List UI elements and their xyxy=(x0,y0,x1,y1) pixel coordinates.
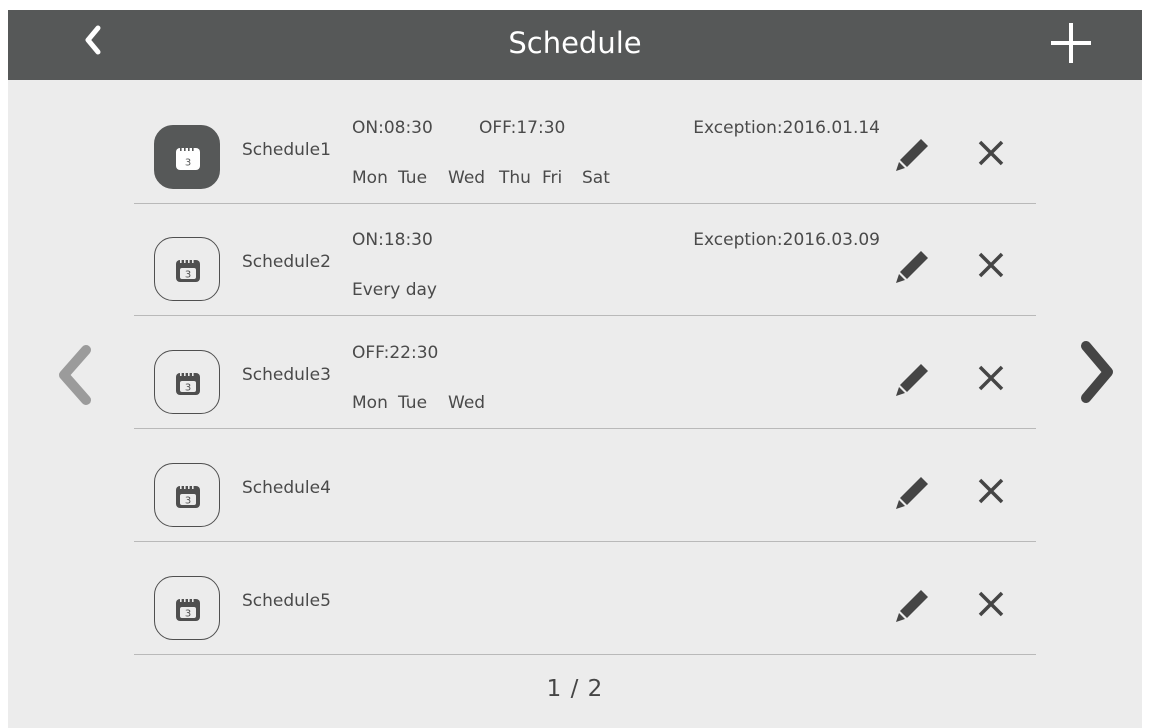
svg-text:3: 3 xyxy=(185,383,191,394)
app-header: Schedule xyxy=(8,10,1142,80)
off-time: OFF:22:30 xyxy=(352,343,439,363)
weekday-label: Mon xyxy=(352,168,388,188)
svg-text:3: 3 xyxy=(185,270,191,281)
pencil-icon xyxy=(896,251,928,283)
page-title: Schedule xyxy=(508,26,642,60)
next-page-button[interactable] xyxy=(1076,340,1118,404)
close-icon xyxy=(978,478,1004,504)
pencil-icon xyxy=(896,364,928,396)
row-divider xyxy=(134,315,1036,316)
calendar-glyph: 3 xyxy=(176,258,200,282)
on-time: ON:08:30 xyxy=(352,118,433,138)
weekday-label: Fri xyxy=(542,168,563,188)
svg-text:3: 3 xyxy=(185,496,191,507)
row-divider xyxy=(134,541,1036,542)
weekday-label: Sat xyxy=(582,168,610,188)
schedule-row[interactable]: 3 Schedule5 xyxy=(134,543,1036,655)
row-divider xyxy=(134,654,1036,655)
svg-text:3: 3 xyxy=(185,609,191,620)
schedule-name: Schedule1 xyxy=(242,140,331,160)
calendar-icon[interactable]: 3 xyxy=(154,350,220,414)
chevron-left-icon xyxy=(85,25,101,55)
close-icon xyxy=(978,140,1004,166)
exception-date: Exception:2016.01.14 xyxy=(693,118,880,138)
close-icon xyxy=(978,252,1004,278)
previous-page-button[interactable] xyxy=(54,344,94,406)
calendar-icon[interactable]: 3 xyxy=(154,237,220,301)
edit-button[interactable] xyxy=(892,246,932,286)
delete-button[interactable] xyxy=(976,589,1006,619)
edit-button[interactable] xyxy=(892,472,932,512)
edit-button[interactable] xyxy=(892,585,932,625)
close-icon xyxy=(978,365,1004,391)
pencil-icon xyxy=(896,477,928,509)
schedule-name: Schedule5 xyxy=(242,591,331,611)
weekday-label: Tue xyxy=(398,168,428,188)
close-icon xyxy=(978,591,1004,617)
delete-button[interactable] xyxy=(976,250,1006,280)
plus-icon xyxy=(1051,23,1091,63)
row-divider xyxy=(134,428,1036,429)
schedule-row[interactable]: 3 Schedule1 ON:08:30 OFF:17:30 Exception:201… xyxy=(134,92,1036,204)
add-schedule-button[interactable] xyxy=(1048,20,1094,66)
weekday-label: Thu xyxy=(499,168,531,188)
off-time: OFF:17:30 xyxy=(479,118,566,138)
pencil-icon xyxy=(896,139,928,171)
pencil-icon xyxy=(896,590,928,622)
chevron-left-icon xyxy=(59,345,91,405)
calendar-glyph: 3 xyxy=(176,597,200,621)
page-indicator: 1 / 2 xyxy=(546,676,604,702)
delete-button[interactable] xyxy=(976,476,1006,506)
edit-button[interactable] xyxy=(892,359,932,399)
calendar-glyph: 3 xyxy=(176,484,200,508)
svg-text:3: 3 xyxy=(185,158,191,169)
repeat-days: Every day xyxy=(352,280,437,300)
weekday-label: Tue xyxy=(398,393,428,413)
schedule-row[interactable]: 3 Schedule2 ON:18:30 Exception:2016.03.09 Ev… xyxy=(134,204,1036,316)
calendar-glyph: 3 xyxy=(176,371,200,395)
delete-button[interactable] xyxy=(976,363,1006,393)
schedule-name: Schedule4 xyxy=(242,478,331,498)
calendar-icon[interactable]: 3 xyxy=(154,576,220,640)
schedule-name: Schedule3 xyxy=(242,365,331,385)
calendar-icon[interactable]: 3 xyxy=(154,125,220,189)
weekday-label: Mon xyxy=(352,393,388,413)
weekday-label: Wed xyxy=(448,393,486,413)
schedule-row[interactable]: 3 Schedule3 OFF:22:30 Mon Tue Wed xyxy=(134,317,1036,429)
schedule-row[interactable]: 3 Schedule4 xyxy=(134,430,1036,542)
schedule-name: Schedule2 xyxy=(242,252,331,272)
weekday-label: Wed xyxy=(448,168,486,188)
calendar-glyph: 3 xyxy=(176,146,200,170)
delete-button[interactable] xyxy=(976,138,1006,168)
chevron-right-icon xyxy=(1081,341,1113,403)
back-button[interactable] xyxy=(78,20,108,60)
calendar-icon[interactable]: 3 xyxy=(154,463,220,527)
edit-button[interactable] xyxy=(892,134,932,174)
exception-date: Exception:2016.03.09 xyxy=(693,230,880,250)
on-time: ON:18:30 xyxy=(352,230,433,250)
